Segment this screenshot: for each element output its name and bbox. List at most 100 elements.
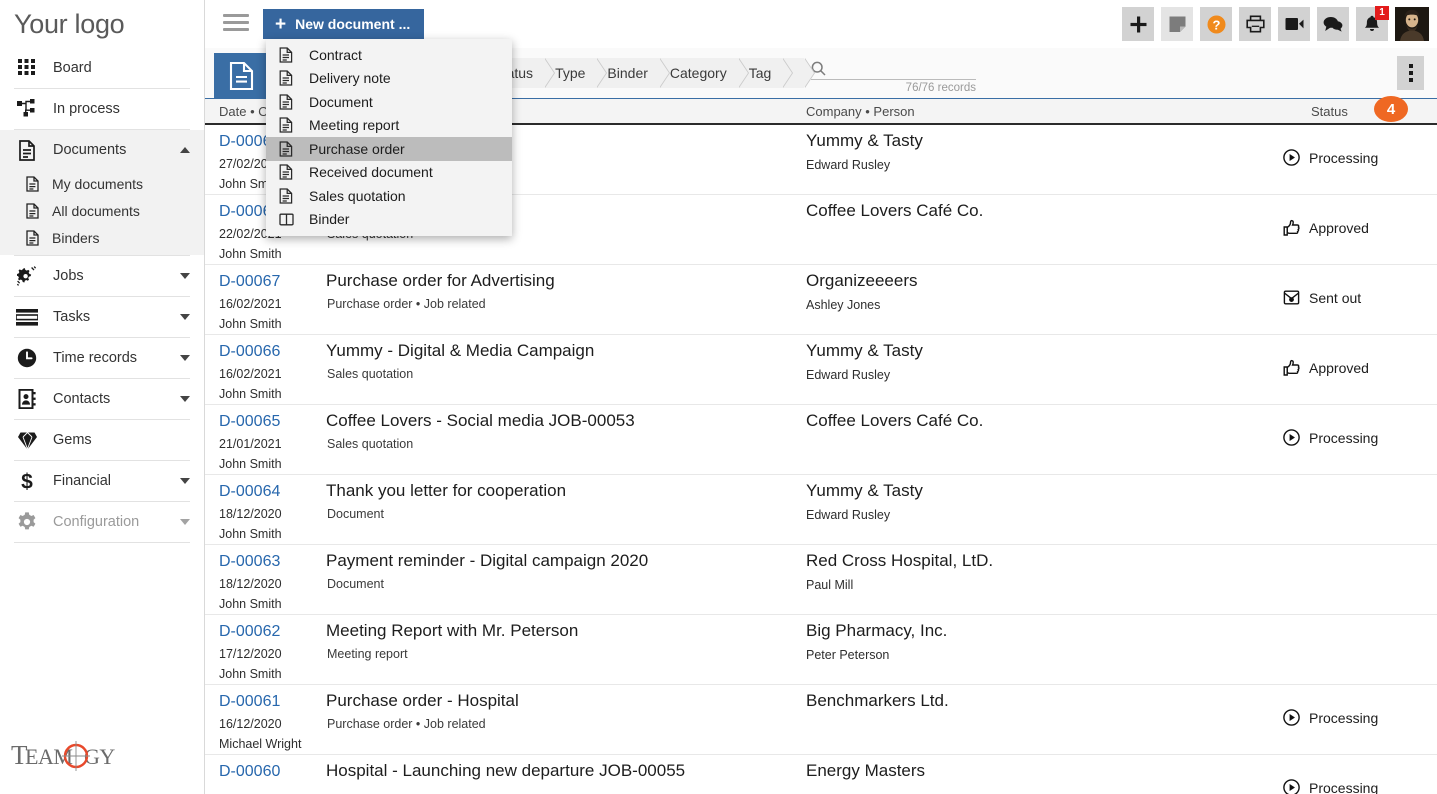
- sidebar-item-gems[interactable]: Gems: [0, 420, 204, 460]
- row-company[interactable]: Energy Masters: [806, 761, 925, 781]
- row-code[interactable]: D-00065: [219, 413, 280, 431]
- chevron-down-icon: [180, 355, 190, 361]
- print-icon[interactable]: [1239, 7, 1271, 41]
- chevron-down-icon: [180, 478, 190, 484]
- new-document-dropdown: Contract Delivery note Document Meeting rep…: [266, 39, 512, 236]
- new-document-button[interactable]: + New document ...: [263, 9, 425, 39]
- table-row[interactable]: D-00067 16/02/2021 John Smith Purchase orde…: [205, 265, 1437, 335]
- sidebar-item-contacts[interactable]: Contacts: [0, 379, 204, 419]
- menu-item-meeting-report[interactable]: Meeting report: [266, 114, 512, 138]
- avatar[interactable]: [1395, 7, 1429, 41]
- jobs-gear-icon: [14, 265, 40, 287]
- row-code[interactable]: D-00060: [219, 763, 280, 781]
- sidebar-item-time-records[interactable]: Time records: [0, 338, 204, 378]
- bell-icon[interactable]: 1: [1356, 6, 1389, 41]
- table-row[interactable]: D-00063 18/12/2020 John Smith Payment remin…: [205, 545, 1437, 615]
- sidebar-item-board[interactable]: Board: [0, 48, 204, 88]
- table-row[interactable]: D-00062 17/12/2020 John Smith Meeting Repor…: [205, 615, 1437, 685]
- row-company[interactable]: Benchmarkers Ltd.: [806, 691, 949, 711]
- chat-icon[interactable]: [1317, 7, 1349, 41]
- table-row[interactable]: D-00061 16/12/2020 Michael Wright Purchase …: [205, 685, 1437, 755]
- sidebar-item-documents[interactable]: Documents: [0, 130, 204, 170]
- row-code[interactable]: D-00066: [219, 343, 280, 361]
- row-code[interactable]: D-00062: [219, 623, 280, 641]
- menu-item-sales-quotation[interactable]: Sales quotation: [266, 184, 512, 208]
- row-subject[interactable]: Yummy - Digital & Media Campaign: [326, 341, 594, 361]
- row-company[interactable]: Red Cross Hospital, LtD.: [806, 551, 993, 571]
- row-subject[interactable]: Purchase order - Hospital: [326, 691, 519, 711]
- video-icon[interactable]: [1278, 7, 1310, 41]
- svg-text:$: $: [21, 471, 33, 493]
- row-subject[interactable]: Purchase order for Advertising: [326, 271, 555, 291]
- menu-item-purchase-order[interactable]: Purchase order: [266, 137, 512, 161]
- menu-item-received-document[interactable]: Received document: [266, 161, 512, 185]
- row-date: 21/01/2021: [219, 437, 282, 451]
- row-person: Edward Rusley: [806, 368, 891, 382]
- contacts-book-icon: [14, 388, 40, 410]
- row-status: Approved: [1283, 359, 1369, 376]
- notification-badge: 1: [1375, 6, 1389, 20]
- row-owner: John Smith: [219, 317, 282, 331]
- more-vertical-icon[interactable]: [1397, 56, 1424, 90]
- row-subject[interactable]: Meeting Report with Mr. Peterson: [326, 621, 578, 641]
- row-subject[interactable]: Coffee Lovers - Social media JOB-00053: [326, 411, 635, 431]
- chevron-up-icon: [180, 147, 190, 153]
- svg-text:GY: GY: [84, 744, 115, 769]
- row-type: Sales quotation: [327, 367, 414, 381]
- menu-item-document[interactable]: Document: [266, 90, 512, 114]
- sidebar-item-configuration[interactable]: Configuration: [0, 502, 204, 542]
- sidebar-item-in-process[interactable]: In process: [0, 89, 204, 129]
- row-owner: John Smith: [219, 597, 282, 611]
- sidebar-item-financial[interactable]: $ Financial: [0, 461, 204, 501]
- row-company[interactable]: Coffee Lovers Café Co.: [806, 201, 983, 221]
- svg-text:?: ?: [1212, 17, 1220, 32]
- menu-item-binder[interactable]: Binder: [266, 208, 512, 232]
- toolbar-icons: ? 1: [1122, 6, 1429, 41]
- row-code[interactable]: D-00064: [219, 483, 280, 501]
- records-count: 76/76 records: [905, 82, 976, 94]
- menu-item-delivery-note[interactable]: Delivery note: [266, 67, 512, 91]
- logo-text: Your logo: [14, 8, 125, 39]
- filter-chip-category[interactable]: Category: [658, 58, 749, 88]
- clock-icon: [14, 347, 40, 369]
- status-label: Processing: [1309, 709, 1379, 726]
- sidebar-item-all-documents[interactable]: All documents: [0, 197, 204, 224]
- add-icon[interactable]: [1122, 7, 1154, 41]
- row-company[interactable]: Organizeeeers: [806, 271, 918, 291]
- note-icon[interactable]: [1161, 7, 1193, 41]
- workflow-icon: [14, 98, 40, 120]
- row-company[interactable]: Big Pharmacy, Inc.: [806, 621, 947, 641]
- row-company[interactable]: Yummy & Tasty: [806, 341, 923, 361]
- table-row[interactable]: D-00060 Hospital - Launching new departur…: [205, 755, 1437, 794]
- row-company[interactable]: Coffee Lovers Café Co.: [806, 411, 983, 431]
- chevron-down-icon: [180, 519, 190, 525]
- table-row[interactable]: D-00065 21/01/2021 John Smith Coffee Lovers…: [205, 405, 1437, 475]
- sidebar-item-tasks[interactable]: Tasks: [0, 297, 204, 337]
- row-date: 16/02/2021: [219, 297, 282, 311]
- row-subject[interactable]: Payment reminder - Digital campaign 2020: [326, 551, 648, 571]
- row-code[interactable]: D-00061: [219, 693, 280, 711]
- row-company[interactable]: Yummy & Tasty: [806, 131, 923, 151]
- column-header-company[interactable]: Company • Person: [806, 104, 915, 119]
- sidebar-item-label: In process: [53, 101, 120, 117]
- row-company[interactable]: Yummy & Tasty: [806, 481, 923, 501]
- sidebar-item-binders[interactable]: Binders: [0, 224, 204, 251]
- row-code[interactable]: D-00067: [219, 273, 280, 291]
- row-code[interactable]: D-00063: [219, 553, 280, 571]
- sidebar-item-jobs[interactable]: Jobs: [0, 256, 204, 296]
- row-subject[interactable]: Thank you letter for cooperation: [326, 481, 566, 501]
- search-input[interactable]: [826, 61, 1002, 76]
- help-icon[interactable]: ?: [1200, 7, 1232, 41]
- tab-documents[interactable]: [214, 53, 268, 99]
- hamburger-icon[interactable]: [223, 14, 249, 34]
- table-row[interactable]: D-00066 16/02/2021 John Smith Yummy - Digit…: [205, 335, 1437, 405]
- column-header-status[interactable]: Status: [1311, 104, 1348, 119]
- sidebar-subitem-label: Binders: [52, 229, 100, 246]
- sidebar-subgroup-documents: My documents All documents Binders: [0, 170, 204, 255]
- row-subject[interactable]: Hospital - Launching new departure JOB-0…: [326, 761, 685, 781]
- plus-icon: +: [275, 13, 287, 35]
- menu-item-contract[interactable]: Contract: [266, 43, 512, 67]
- sidebar-item-my-documents[interactable]: My documents: [0, 170, 204, 197]
- sidebar-divider: [14, 542, 190, 543]
- table-row[interactable]: D-00064 18/12/2020 John Smith Thank you let…: [205, 475, 1437, 545]
